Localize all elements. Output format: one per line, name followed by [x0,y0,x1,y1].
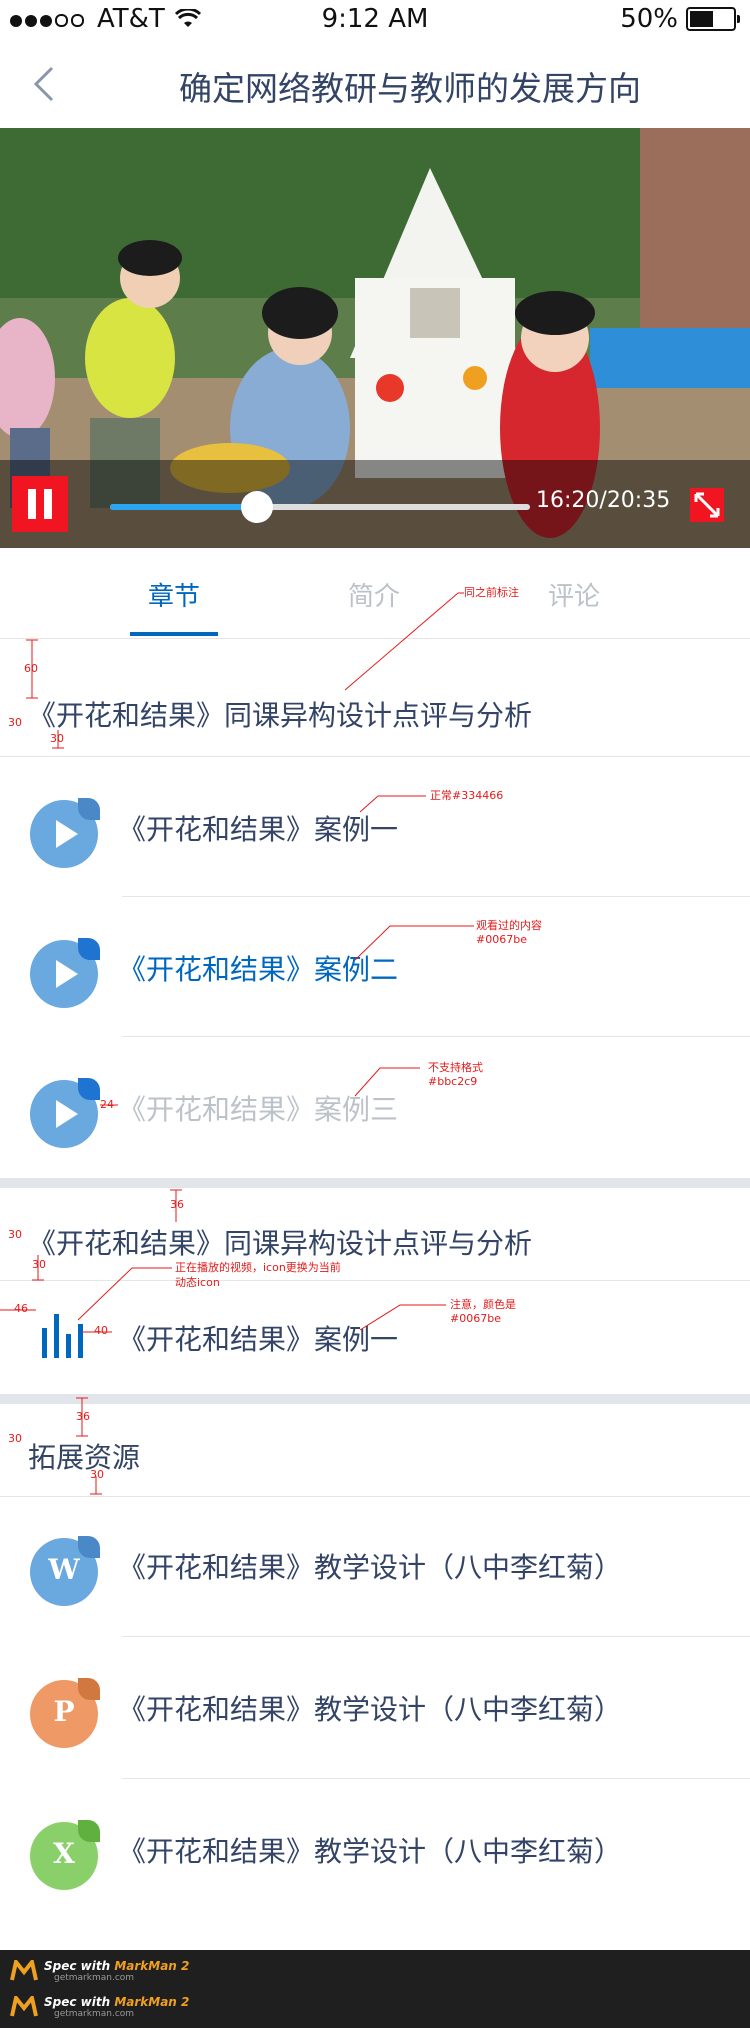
divider [122,1636,750,1637]
annotation: #0067be [476,933,527,946]
dimension-label: 36 [170,1198,184,1211]
dimension-label: 30 [8,716,22,729]
annotation: 注意，颜色是 [450,1298,516,1311]
item-label: 《开花和结果》教学设计（八中李红菊） [118,1693,623,1726]
resource-item[interactable]: W 《开花和结果》教学设计（八中李红菊） [0,1496,750,1636]
dimension-label: 30 [50,732,64,745]
dimension-label: 30 [8,1228,22,1241]
dimension-label: 46 [14,1302,28,1315]
resource-item[interactable]: P 《开花和结果》教学设计（八中李红菊） [0,1638,750,1778]
annotation: 观看过的内容 [476,919,542,932]
annotation: 正常#334466 [430,789,504,802]
resource-item[interactable]: X 《开花和结果》教学设计（八中李红菊） [0,1780,750,1920]
item-label: 《开花和结果》教学设计（八中李红菊） [118,1551,623,1584]
dimension-label: 36 [76,1410,90,1423]
dimension-label: 30 [32,1258,46,1271]
annotation: 同之前标注 [464,586,519,599]
annotation: 正在播放的视频，icon更换为当前 [175,1261,341,1274]
dimension-label: 40 [94,1324,108,1337]
markman-footer: Spec with MarkMan 2 getmarkman.com Spec w… [0,1950,750,2028]
markman-logo-icon [10,1996,38,2017]
item-label: 《开花和结果》教学设计（八中李红菊） [118,1835,623,1868]
dimension-label: 60 [24,662,38,675]
excel-doc-icon: X [30,1820,100,1890]
markman-logo-icon [10,1960,38,1981]
ppt-doc-icon: P [30,1678,100,1748]
dimension-label: 30 [8,1432,22,1445]
dimension-label: 24 [100,1098,114,1111]
markman-badge: Spec with MarkMan 2 getmarkman.com [10,1954,189,1988]
word-doc-icon: W [30,1536,100,1606]
divider [122,1778,750,1779]
annotation: 不支持格式 [428,1061,483,1074]
dimension-label: 30 [90,1468,104,1481]
annotation: #bbc2c9 [428,1075,478,1088]
annotation-lines [0,592,474,1495]
annotation: #0067be [450,1312,501,1325]
markman-badge: Spec with MarkMan 2 getmarkman.com [10,1990,189,2024]
annotation: 动态icon [175,1276,220,1289]
